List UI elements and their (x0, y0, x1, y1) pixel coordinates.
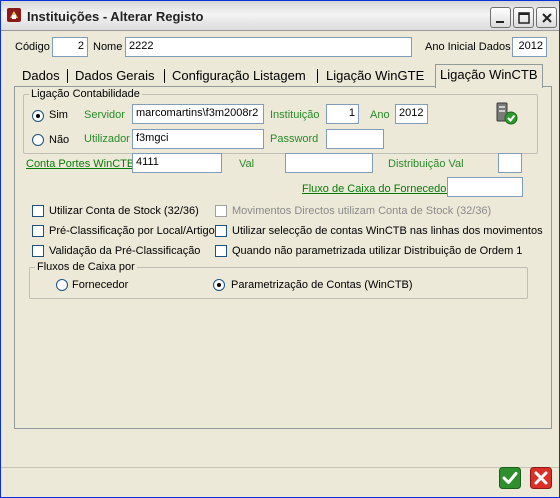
confirm-button[interactable] (499, 467, 521, 489)
fluxos-caixa-title: Fluxos de Caixa por (35, 261, 137, 273)
conta-portes-link[interactable]: Conta Portes WinCTB (26, 158, 134, 170)
fornecedor-radio[interactable] (56, 279, 68, 291)
tab-dados-gerais[interactable]: Dados Gerais (71, 66, 158, 87)
validacao-pre-classificacao-label: Validação da Pré-Classificação (49, 245, 201, 257)
validacao-pre-classificacao-checkbox[interactable] (32, 245, 44, 257)
parametrizacao-contas-label: Parametrização de Contas (WinCTB) (231, 279, 413, 291)
tab-separator (67, 69, 68, 83)
window-title: Instituições - Alterar Registo (27, 9, 204, 24)
tab-dados[interactable]: Dados (18, 66, 64, 87)
nome-label: Nome (93, 41, 123, 53)
ligacao-contabilidade-group (23, 94, 538, 154)
distribuicao-val-label: Distribuição Val (388, 158, 464, 170)
instituicao-label: Instituição (270, 109, 320, 121)
movimentos-directos-checkbox (215, 205, 227, 217)
servidor-field[interactable]: marcomartins\f3m2008r2 (132, 104, 264, 124)
ligacao-contabilidade-title: Ligação Contabilidade (29, 88, 142, 100)
pre-classificacao-local-label: Pré-Classificação por Local/Artigo (49, 225, 215, 237)
fluxo-caixa-fornecedor-field[interactable] (447, 177, 523, 197)
utilizar-conta-stock-checkbox[interactable] (32, 205, 44, 217)
conta-portes-field[interactable]: 4111 (132, 153, 222, 173)
password-field[interactable] (326, 129, 384, 149)
check-icon (499, 467, 521, 492)
window: Instituições - Alterar Registo Código 2 … (0, 0, 560, 498)
selecao-contas-winctb-checkbox[interactable] (215, 225, 227, 237)
codigo-field[interactable]: 2 (52, 37, 88, 57)
nao-label: Não (49, 134, 70, 146)
utilizador-label: Utilizador (84, 133, 130, 145)
distribuicao-ordem-1-checkbox[interactable] (215, 245, 227, 257)
servidor-label: Servidor (84, 109, 125, 121)
distribuicao-val-field[interactable] (498, 153, 522, 173)
movimentos-directos-label: Movimentos Directos utilizam Conta de St… (232, 205, 492, 217)
fornecedor-label: Fornecedor (72, 279, 129, 291)
parametrizacao-contas-radio[interactable] (213, 279, 225, 291)
ano-inicial-label: Ano Inicial Dados (425, 41, 511, 53)
utilizar-conta-stock-label: Utilizar Conta de Stock (32/36) (49, 205, 199, 217)
cancel-x-icon (530, 467, 552, 492)
nao-radio[interactable] (32, 134, 44, 146)
minimize-button[interactable] (490, 7, 511, 28)
val-field[interactable] (285, 153, 373, 173)
sim-radio[interactable] (32, 110, 44, 122)
sim-label: Sim (49, 109, 68, 121)
tab-ligacao-winctb[interactable]: Ligação WinCTB (435, 64, 543, 88)
cancel-button[interactable] (530, 467, 552, 489)
password-label: Password (270, 133, 319, 145)
connection-ok-icon (494, 101, 520, 127)
app-icon (6, 7, 22, 23)
ano-label: Ano (370, 109, 390, 121)
maximize-button[interactable] (513, 7, 534, 28)
close-button[interactable] (536, 7, 557, 28)
ano-inicial-field[interactable]: 2012 (512, 37, 547, 57)
ano-field[interactable]: 2012 (395, 104, 428, 124)
tab-separator (317, 69, 318, 83)
tab-ligacao-wingte[interactable]: Ligação WinGTE (322, 66, 428, 87)
title-bar[interactable]: Instituições - Alterar Registo (1, 1, 559, 31)
distribuicao-ordem-1-label: Quando não parametrizada utilizar Distri… (232, 245, 523, 257)
pre-classificacao-local-checkbox[interactable] (32, 225, 44, 237)
tab-separator (164, 69, 165, 83)
tab-configuracao-listagem[interactable]: Configuração Listagem (168, 66, 310, 87)
utilizador-field[interactable]: f3mgci (132, 129, 264, 149)
instituicao-field[interactable]: 1 (326, 104, 359, 124)
bottom-toolbar (1, 467, 559, 497)
fluxo-caixa-fornecedor-link[interactable]: Fluxo de Caixa do Fornecedor (302, 183, 450, 195)
selecao-contas-winctb-label: Utilizar selecção de contas WinCTB nas l… (232, 225, 543, 237)
nome-field[interactable]: 2222 (125, 37, 412, 57)
val-label: Val (239, 158, 255, 170)
codigo-label: Código (15, 41, 50, 53)
